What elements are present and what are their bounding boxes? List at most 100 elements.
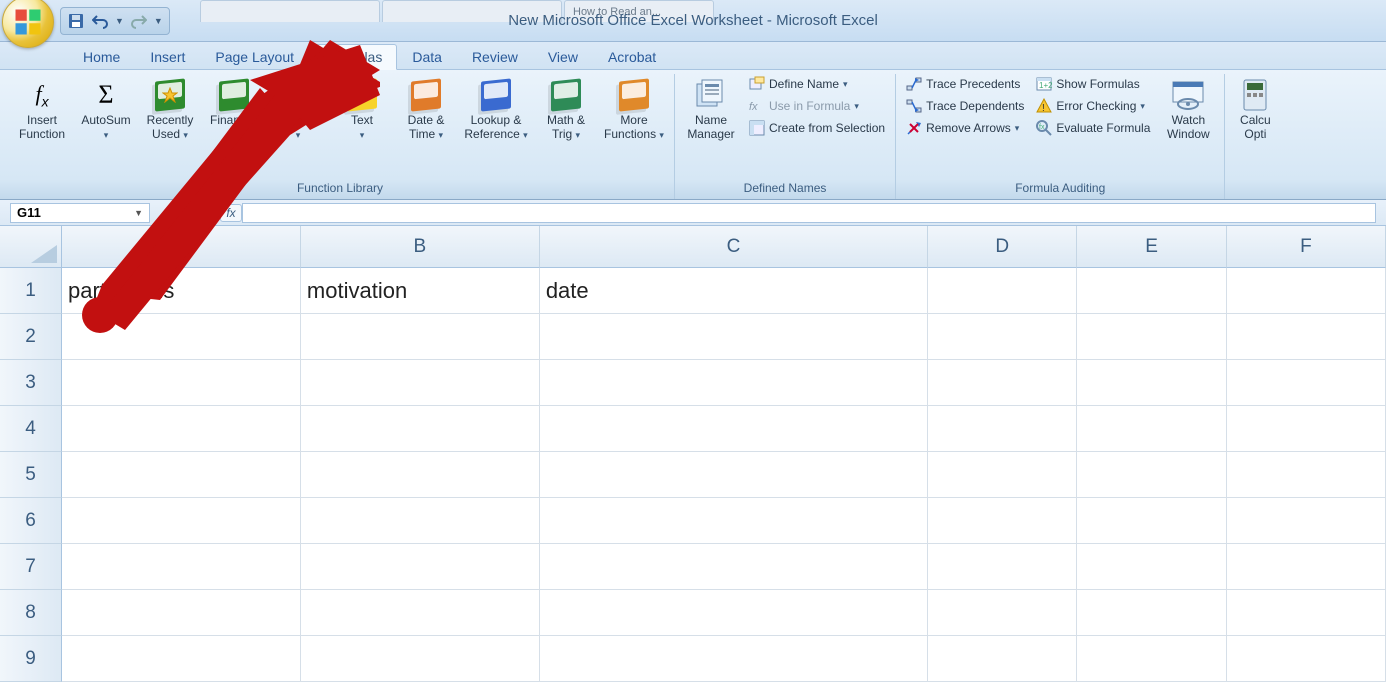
cell-E2[interactable]	[1077, 314, 1226, 360]
column-header-A[interactable]: A	[62, 226, 301, 268]
cell-B5[interactable]	[301, 452, 540, 498]
cell-B1[interactable]: motivation	[301, 268, 540, 314]
undo-button[interactable]	[91, 12, 109, 30]
row-header-9[interactable]: 9	[0, 636, 62, 682]
cell-B2[interactable]	[301, 314, 540, 360]
cell-E4[interactable]	[1077, 406, 1226, 452]
fx-icon[interactable]: fx	[220, 204, 242, 222]
qat-customize[interactable]: ▼	[154, 16, 163, 26]
row-header-7[interactable]: 7	[0, 544, 62, 590]
cell-B6[interactable]	[301, 498, 540, 544]
cell-grid[interactable]: participansmotivationdate	[62, 268, 1386, 682]
ribbon-tab-acrobat[interactable]: Acrobat	[593, 44, 671, 69]
trace-precedents-button[interactable]: Trace Precedents	[902, 74, 1028, 94]
insert-function-button[interactable]: fxInsertFunction	[12, 74, 72, 146]
cell-F8[interactable]	[1227, 590, 1386, 636]
row-header-5[interactable]: 5	[0, 452, 62, 498]
cell-D2[interactable]	[928, 314, 1077, 360]
cell-A6[interactable]	[62, 498, 301, 544]
column-header-E[interactable]: E	[1077, 226, 1226, 268]
cell-E8[interactable]	[1077, 590, 1226, 636]
column-header-D[interactable]: D	[928, 226, 1077, 268]
ribbon-tab-review[interactable]: Review	[457, 44, 533, 69]
cell-F6[interactable]	[1227, 498, 1386, 544]
cell-F3[interactable]	[1227, 360, 1386, 406]
formula-bar[interactable]	[242, 203, 1376, 223]
column-header-F[interactable]: F	[1227, 226, 1386, 268]
calculation-options-button[interactable]: CalcuOpti	[1231, 74, 1279, 146]
column-header-C[interactable]: C	[540, 226, 928, 268]
office-button[interactable]	[2, 0, 54, 48]
more-functions-button[interactable]: MoreFunctions ▾	[600, 74, 668, 146]
name-box[interactable]: G11 ▼	[10, 203, 150, 223]
cell-A5[interactable]	[62, 452, 301, 498]
ribbon-tab-home[interactable]: Home	[68, 44, 135, 69]
cell-D9[interactable]	[928, 636, 1077, 682]
cell-C8[interactable]	[540, 590, 928, 636]
row-header-6[interactable]: 6	[0, 498, 62, 544]
trace-dependents-button[interactable]: Trace Dependents	[902, 96, 1028, 116]
date-time-button[interactable]: Date &Time ▾	[396, 74, 456, 146]
cell-A8[interactable]	[62, 590, 301, 636]
cell-C6[interactable]	[540, 498, 928, 544]
name-manager-button[interactable]: Name Manager	[681, 74, 741, 146]
cell-D1[interactable]	[928, 268, 1077, 314]
error-checking-button[interactable]: !Error Checking ▾	[1032, 96, 1154, 116]
cell-F9[interactable]	[1227, 636, 1386, 682]
cell-E9[interactable]	[1077, 636, 1226, 682]
row-header-2[interactable]: 2	[0, 314, 62, 360]
logical-button[interactable]: Logical▾	[268, 74, 328, 146]
cell-C2[interactable]	[540, 314, 928, 360]
redo-button[interactable]	[130, 12, 148, 30]
cell-A1[interactable]: participans	[62, 268, 301, 314]
row-header-1[interactable]: 1	[0, 268, 62, 314]
cell-B9[interactable]	[301, 636, 540, 682]
cell-E6[interactable]	[1077, 498, 1226, 544]
recently-used-button[interactable]: RecentlyUsed ▾	[140, 74, 200, 146]
chevron-down-icon[interactable]: ▼	[134, 208, 143, 218]
cell-B7[interactable]	[301, 544, 540, 590]
evaluate-formula-button[interactable]: fxEvaluate Formula	[1032, 118, 1154, 138]
watch-window-button[interactable]: Watch Window	[1158, 74, 1218, 146]
cell-D6[interactable]	[928, 498, 1077, 544]
cell-D7[interactable]	[928, 544, 1077, 590]
cell-A2[interactable]	[62, 314, 301, 360]
cell-C7[interactable]	[540, 544, 928, 590]
undo-dropdown[interactable]: ▼	[115, 16, 124, 26]
cell-B3[interactable]	[301, 360, 540, 406]
cell-F1[interactable]	[1227, 268, 1386, 314]
cell-D8[interactable]	[928, 590, 1077, 636]
ribbon-tab-data[interactable]: Data	[397, 44, 457, 69]
cell-D5[interactable]	[928, 452, 1077, 498]
create-from-selection-button[interactable]: Create from Selection	[745, 118, 889, 138]
cell-C1[interactable]: date	[540, 268, 928, 314]
row-header-3[interactable]: 3	[0, 360, 62, 406]
row-header-8[interactable]: 8	[0, 590, 62, 636]
ribbon-tab-insert[interactable]: Insert	[135, 44, 200, 69]
cell-C9[interactable]	[540, 636, 928, 682]
ribbon-tab-page-layout[interactable]: Page Layout	[200, 44, 309, 69]
show-formulas-button[interactable]: 1+2Show Formulas	[1032, 74, 1154, 94]
cell-E3[interactable]	[1077, 360, 1226, 406]
ribbon-tab-formulas[interactable]: Formulas	[309, 44, 397, 70]
cell-A3[interactable]	[62, 360, 301, 406]
cell-F2[interactable]	[1227, 314, 1386, 360]
cell-A4[interactable]	[62, 406, 301, 452]
cell-E1[interactable]	[1077, 268, 1226, 314]
cell-F5[interactable]	[1227, 452, 1386, 498]
cell-A9[interactable]	[62, 636, 301, 682]
cell-A7[interactable]	[62, 544, 301, 590]
financial-button[interactable]: Financial▾	[204, 74, 264, 146]
text-button[interactable]: Text▾	[332, 74, 392, 146]
column-header-B[interactable]: B	[301, 226, 540, 268]
remove-arrows-button[interactable]: Remove Arrows ▾	[902, 118, 1028, 138]
cell-D4[interactable]	[928, 406, 1077, 452]
cell-B4[interactable]	[301, 406, 540, 452]
lookup-reference-button[interactable]: Lookup &Reference ▾	[460, 74, 532, 146]
math-trig-button[interactable]: Math &Trig ▾	[536, 74, 596, 146]
cell-D3[interactable]	[928, 360, 1077, 406]
define-name-button[interactable]: Define Name ▾	[745, 74, 889, 94]
cell-F7[interactable]	[1227, 544, 1386, 590]
autosum-button[interactable]: ΣAutoSum▾	[76, 74, 136, 146]
cell-F4[interactable]	[1227, 406, 1386, 452]
